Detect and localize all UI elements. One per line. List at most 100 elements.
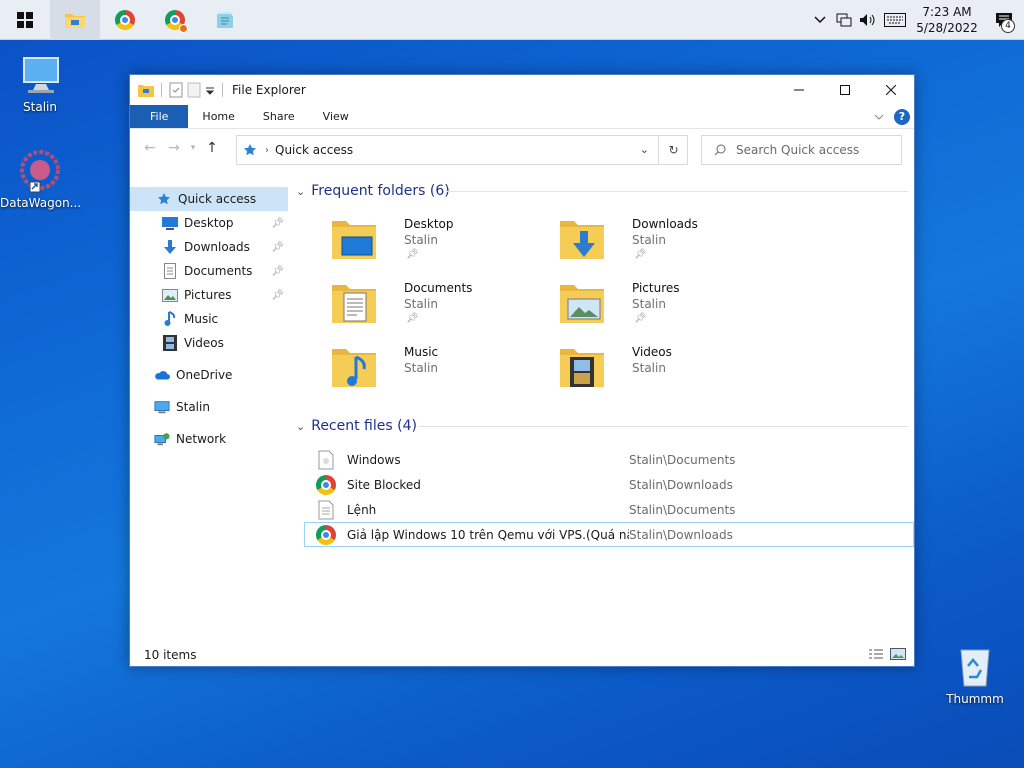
nav-item-desktop[interactable]: Desktop 📌︎ [130, 211, 288, 235]
view-toggle [868, 648, 906, 660]
title-bar[interactable]: File Explorer [130, 75, 914, 105]
minimize-button[interactable] [776, 75, 822, 105]
pin-icon[interactable]: 📌︎ [271, 218, 284, 229]
large-icons-view-icon[interactable] [890, 648, 906, 660]
taskbar-clock[interactable]: 7:23 AM 5/28/2022 [910, 4, 984, 36]
up-button[interactable]: ↑ [200, 140, 224, 156]
frequent-folders-header[interactable]: ⌄ Frequent folders (6) [296, 181, 450, 201]
folder-name: Music [404, 345, 439, 359]
start-button[interactable] [0, 0, 50, 40]
recent-files-header[interactable]: ⌄ Recent files (4) [296, 416, 417, 436]
recent-file-path: Stalin\Downloads [629, 527, 733, 542]
status-item-count: 10 items [144, 648, 197, 662]
content-pane: ⌄ Frequent folders (6) Desktop Stalin 📌︎… [294, 181, 914, 641]
customize-toolbar-icon[interactable] [205, 85, 215, 95]
forward-button[interactable]: → [162, 140, 186, 156]
taskbar-chrome-profile-button[interactable] [150, 0, 200, 40]
taskbar-file-explorer-button[interactable] [50, 0, 100, 40]
breadcrumb-chevron-icon: › [265, 144, 269, 156]
nav-item-this-pc[interactable]: Stalin [130, 395, 288, 419]
window-controls [776, 75, 914, 105]
recent-file-path: Stalin\Downloads [629, 477, 733, 492]
downloads-folder-icon [560, 221, 604, 259]
nav-item-label: Desktop [184, 216, 234, 230]
search-input[interactable] [736, 143, 886, 157]
properties-icon[interactable] [169, 82, 183, 98]
recent-file-path: Stalin\Documents [629, 502, 736, 517]
nav-item-label: Pictures [184, 288, 232, 302]
nav-item-downloads[interactable]: Downloads 📌︎ [130, 235, 288, 259]
chrome-html-file-icon [315, 474, 337, 496]
keyboard-tray-icon[interactable] [880, 0, 910, 40]
maximize-icon [840, 85, 850, 95]
nav-item-music[interactable]: Music [130, 307, 288, 331]
search-box[interactable] [701, 135, 902, 165]
pin-icon[interactable]: 📌︎ [271, 242, 284, 253]
clock-time: 7:23 AM [922, 5, 972, 19]
taskbar-chrome-button[interactable] [100, 0, 150, 40]
maximize-button[interactable] [822, 75, 868, 105]
folder-tile-videos[interactable]: Videos Stalin [560, 343, 780, 399]
desktop-icon-recycle-bin[interactable]: Thummm [935, 642, 1015, 706]
network-icon [154, 431, 170, 447]
address-dropdown-icon[interactable]: ⌄ [640, 143, 649, 156]
folder-location: Stalin [632, 233, 666, 247]
volume-tray-icon[interactable] [856, 0, 880, 40]
recent-file-name: Lệnh [347, 502, 377, 517]
folder-tile-pictures[interactable]: Pictures Stalin 📌︎ [560, 279, 780, 335]
file-explorer-icon [65, 13, 85, 28]
recent-file-row-selected[interactable]: Giả lập Windows 10 trên Qemu với VPS.(Qu… [304, 522, 914, 547]
nav-item-label: Quick access [178, 192, 257, 206]
desktop-icon-this-pc[interactable]: Stalin [0, 50, 80, 114]
nav-item-label: Downloads [184, 240, 250, 254]
desktop-icon-label: DataWagon... [0, 196, 82, 210]
computer-icon [154, 399, 170, 415]
tray-chevron-up-icon[interactable] [808, 0, 832, 40]
nav-item-videos[interactable]: Videos [130, 331, 288, 355]
star-icon [244, 144, 256, 156]
tab-share[interactable]: Share [249, 105, 309, 128]
picture-icon [162, 287, 178, 303]
nav-item-network[interactable]: Network [130, 427, 288, 451]
recent-locations-button[interactable]: ▾ [186, 143, 200, 153]
recent-file-row[interactable]: Windows Stalin\Documents [304, 447, 914, 472]
pin-icon: 📌︎ [634, 313, 647, 324]
folder-name: Pictures [632, 281, 680, 295]
folder-location: Stalin [404, 233, 438, 247]
recent-file-name: Site Blocked [347, 477, 421, 492]
help-button[interactable]: ? [894, 109, 910, 125]
folder-tile-music[interactable]: Music Stalin [332, 343, 552, 399]
minimize-icon [794, 89, 804, 91]
refresh-button[interactable]: ↻ [658, 135, 688, 165]
folder-tile-desktop[interactable]: Desktop Stalin 📌︎ [332, 215, 552, 271]
ribbon-tabs: File Home Share View ? [130, 105, 914, 129]
desktop-icon-datawagon[interactable]: DataWagon... [0, 146, 82, 210]
quick-access-toolbar [130, 82, 226, 98]
new-folder-icon[interactable] [187, 82, 201, 98]
pin-icon[interactable]: 📌︎ [271, 266, 284, 277]
recent-file-row[interactable]: Lệnh Stalin\Documents [304, 497, 914, 522]
folder-tile-documents[interactable]: Documents Stalin 📌︎ [332, 279, 552, 335]
pin-icon[interactable]: 📌︎ [271, 290, 284, 301]
chevron-down-icon: ⌄ [296, 184, 306, 198]
tab-view[interactable]: View [309, 105, 363, 128]
arrow-right-icon: → [168, 140, 180, 156]
folder-tile-downloads[interactable]: Downloads Stalin 📌︎ [560, 215, 780, 271]
nav-item-documents[interactable]: Documents 📌︎ [130, 259, 288, 283]
address-bar[interactable]: › Quick access ⌄ [236, 135, 688, 165]
chrome-profile-icon [165, 9, 188, 33]
nav-item-onedrive[interactable]: OneDrive [130, 363, 288, 387]
taskbar-notepad-button[interactable] [200, 0, 250, 40]
pictures-folder-icon [560, 285, 604, 323]
back-button[interactable]: ← [138, 140, 162, 156]
action-center-button[interactable]: 4 [984, 0, 1024, 40]
details-view-icon[interactable] [868, 648, 884, 660]
tab-file[interactable]: File [130, 105, 189, 128]
tab-home[interactable]: Home [188, 105, 248, 128]
recent-file-row[interactable]: Site Blocked Stalin\Downloads [304, 472, 914, 497]
expand-ribbon-icon[interactable] [874, 114, 884, 120]
network-tray-icon[interactable] [832, 0, 856, 40]
nav-item-quick-access[interactable]: Quick access [130, 187, 288, 211]
nav-item-pictures[interactable]: Pictures 📌︎ [130, 283, 288, 307]
close-button[interactable] [868, 75, 914, 105]
